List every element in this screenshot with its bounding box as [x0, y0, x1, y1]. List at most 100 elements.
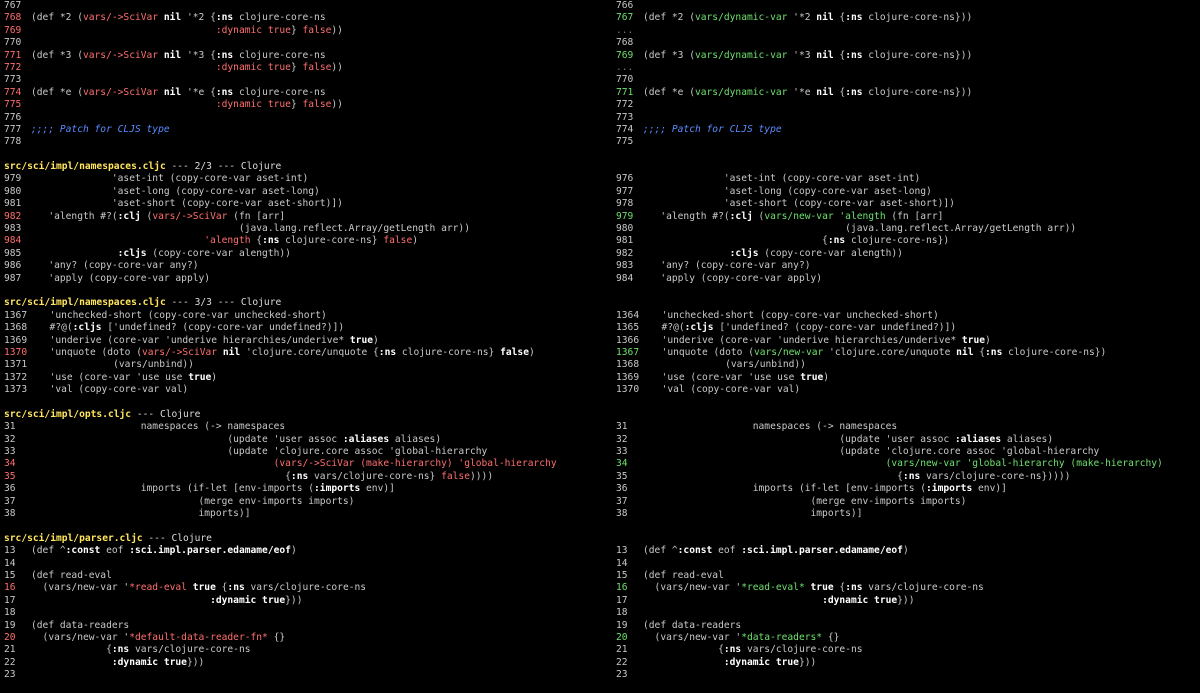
code-line: 770 [616, 74, 1200, 86]
code-token: :dynamic true [111, 656, 187, 668]
code-token: clojure-core-ns} [396, 346, 501, 358]
code-token: (def *3 ( [31, 49, 83, 61]
code-line: 31 namespaces (-> namespaces [616, 421, 1200, 433]
code-line: 1366 'underive (core-var 'underive hiera… [616, 335, 1200, 347]
line-number: 976 [616, 173, 634, 185]
code-token: :cljs [72, 322, 102, 334]
code-token: nil [163, 49, 187, 61]
code-token: ( [140, 210, 153, 222]
code-token: namespaces (-> namespaces [31, 421, 286, 433]
code-text: 'aset-short (copy-core-var aset-short)]) [643, 198, 955, 209]
code-line: 22 :dynamic true})) [4, 657, 604, 669]
hunk-header: src/sci/impl/parser.cljc --- Clojure [4, 533, 604, 545]
code-token: false [302, 99, 332, 111]
code-token: vars/->SciVar [82, 12, 164, 24]
code-line: 1368 (vars/unbind)) [616, 359, 1200, 371]
code-token: (def read-eval [643, 569, 724, 581]
hunk-info: --- Clojure [131, 408, 201, 420]
removed-line: 20 (vars/new-var '*default-data-reader-f… [4, 632, 604, 644]
code-line: 13 (def ^:const eof :sci.impl.parser.edam… [616, 545, 1200, 557]
code-line: 1371 (vars/unbind)) [4, 359, 604, 371]
added-line: 979 'alength #?(:clj (vars/new-var 'alen… [616, 211, 1200, 223]
code-token: (update 'clojure.core assoc 'global-hier… [31, 446, 488, 458]
code-text: :dynamic true})) [31, 595, 302, 606]
code-line: 1364 'unchecked-short (copy-core-var unc… [616, 310, 1200, 322]
code-line: 773 [616, 112, 1200, 124]
code-line: 774 ;;;; Patch for CLJS type [616, 124, 1200, 136]
code-token: 'clojure.core/unquote { [240, 346, 379, 358]
code-line: 32 (update 'user assoc :aliases aliases) [616, 434, 1200, 446]
code-text: :dynamic true})) [31, 657, 204, 668]
code-token: (vars/new-var 'global-hierarchy (make-hi… [885, 458, 1163, 470]
code-token: '*2 { [186, 12, 216, 24]
line-number: 771 [616, 86, 634, 98]
code-token: })) [798, 656, 817, 668]
line-number: 23 [4, 669, 16, 681]
line-number: 19 [4, 619, 16, 631]
line-number: 771 [4, 49, 22, 61]
line-number: 984 [616, 272, 634, 284]
code-token: aliases) [1001, 433, 1054, 445]
hunk-header: src/sci/impl/namespaces.cljc --- 2/3 ---… [4, 161, 604, 173]
line-number: 987 [4, 272, 22, 284]
code-token: })) [285, 594, 303, 606]
line-number: 21 [4, 644, 16, 656]
code-token: (merge env-imports imports) [643, 495, 967, 507]
code-text: (def read-eval [31, 570, 112, 581]
code-token: :clj [729, 210, 753, 222]
line-number: 1368 [4, 322, 28, 334]
code-text: 'aset-int (copy-core-var aset-int) [31, 173, 308, 184]
code-text: #?@(:cljs ['undefined? (copy-core-var un… [38, 322, 345, 334]
code-token: '*2 [787, 12, 817, 24]
removed-line: 771 (def *3 (vars/->SciVar nil '*3 {:ns c… [4, 50, 604, 62]
code-token: vars/dynamic-var [694, 49, 788, 61]
code-token: false [383, 235, 413, 247]
line-number: 1364 [616, 309, 640, 321]
code-token: (fn [arr] [227, 210, 286, 222]
code-line: 23 [4, 669, 604, 681]
added-line: 34 (vars/new-var 'global-hierarchy (make… [616, 458, 1200, 470]
code-token: '*e [787, 86, 817, 98]
line-number: 1369 [4, 334, 28, 346]
code-token: nil [163, 86, 187, 98]
code-line: 984 'apply (copy-core-var apply) [616, 273, 1200, 285]
code-text: :cljs (copy-core-var alength)) [643, 248, 903, 259]
code-text: :dynamic true})) [643, 657, 816, 668]
code-token: )) [331, 61, 343, 73]
code-text: 'unchecked-short (copy-core-var unchecke… [38, 310, 327, 321]
code-token: '*e { [186, 86, 216, 98]
code-token: eof [712, 545, 742, 557]
code-line: 978 'aset-short (copy-core-var aset-shor… [616, 198, 1200, 210]
code-token: (vars/new-var ' [31, 582, 130, 594]
code-token: vars/clojure-core-ns [862, 582, 984, 594]
code-text: (def *e (vars/->SciVar nil '*e {:ns cloj… [31, 87, 326, 98]
code-text: 'alength #?(:clj (vars/->SciVar (fn [arr… [31, 211, 285, 222]
code-token: 'unquote (doto ( [650, 346, 754, 358]
line-number: 768 [616, 37, 634, 49]
code-line: 982 :cljs (copy-core-var alength)) [616, 248, 1200, 260]
code-text: namespaces (-> namespaces [31, 421, 285, 432]
code-line: 983 'any? (copy-core-var any?) [616, 260, 1200, 272]
code-line: 1372 'use (core-var 'use use true) [4, 372, 604, 384]
code-token: clojure-core-ns})) [862, 12, 973, 24]
code-token: :ns [845, 86, 863, 98]
code-token: :cljs [729, 247, 759, 259]
code-text: 'any? (copy-core-var any?) [643, 260, 810, 271]
added-line: 20 (vars/new-var '*data-readers* {} [616, 632, 1200, 644]
line-number: 979 [4, 173, 22, 185]
code-token: (def ^ [643, 545, 678, 557]
line-number: 769 [616, 49, 634, 61]
code-token: (vars/new-var ' [31, 631, 130, 643]
code-token: 'alength #?( [31, 210, 118, 222]
hunk-header: src/sci/impl/namespaces.cljc --- 3/3 ---… [4, 297, 604, 309]
code-text: ;;;; Patch for CLJS type [643, 124, 782, 135]
code-text: (merge env-imports imports) [31, 496, 355, 507]
line-number: 1366 [616, 334, 640, 346]
code-token: { [973, 346, 986, 358]
line-number: 980 [616, 223, 634, 235]
